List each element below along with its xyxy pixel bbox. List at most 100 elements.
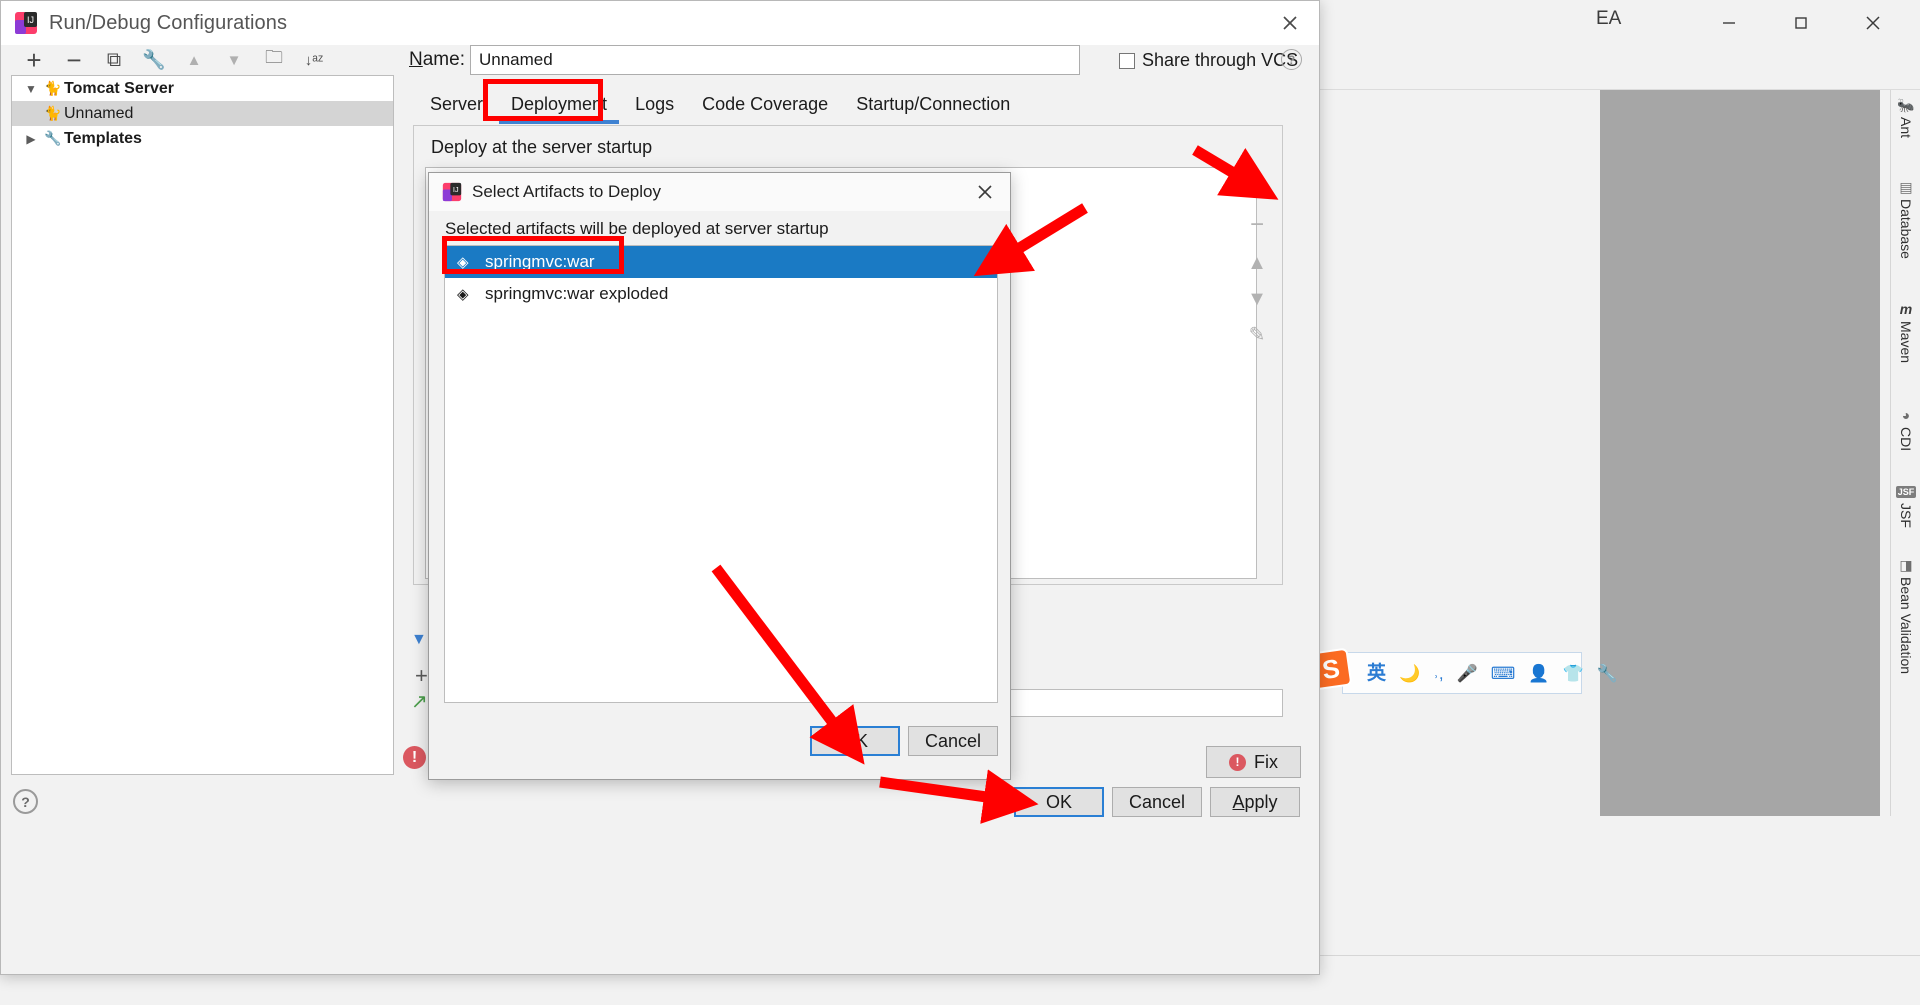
rdc-close-button[interactable]	[1261, 1, 1319, 45]
rdc-window-title: Run/Debug Configurations	[49, 11, 288, 34]
error-icon: !	[1229, 753, 1246, 771]
tab-label: Startup/Connection	[856, 93, 1011, 114]
dialog-ok-button[interactable]: OK	[810, 726, 900, 756]
ime-mode-label[interactable]: 英	[1367, 664, 1386, 683]
moon-icon[interactable]: 🌙	[1399, 665, 1420, 682]
share-through-vcs-label: Share through VCS	[1142, 50, 1299, 70]
help-button[interactable]: ?	[13, 789, 38, 814]
sidebar-item-label: Maven	[1898, 321, 1914, 364]
punctuation-icon[interactable]: ˒,	[1433, 665, 1443, 682]
keyboard-icon[interactable]: ⌨	[1491, 665, 1516, 682]
cdi-icon: ◕	[1901, 407, 1911, 423]
chevron-down-icon[interactable]: ▼	[20, 82, 42, 96]
screen-root: EA 🐜 Ant ▤ Database m Maven ◕ CDI JSF JS…	[0, 0, 1920, 1005]
artifacts-list[interactable]: ◈ springmvc:war ◈ springmvc:war exploded	[444, 245, 998, 703]
sidebar-item-maven[interactable]: m Maven	[1893, 302, 1919, 363]
tab-deployment[interactable]: Deployment	[497, 87, 621, 124]
microphone-icon[interactable]: 🎤	[1457, 665, 1478, 682]
bean-validation-icon: ◨	[1899, 557, 1913, 573]
run-arrow-icon[interactable]: ↗	[411, 689, 428, 714]
ok-button[interactable]: OK	[1014, 787, 1104, 817]
cancel-button[interactable]: Cancel	[1112, 787, 1202, 817]
add-artifact-button[interactable]: +	[1250, 173, 1264, 197]
tab-label: Code Coverage	[702, 93, 829, 114]
vcs-help-icon[interactable]: ?	[1281, 49, 1302, 70]
tree-node-label: Tomcat Server	[64, 79, 174, 97]
list-item-label: springmvc:war	[485, 252, 595, 271]
wrench-icon[interactable]: 🔧	[1597, 665, 1618, 682]
svg-text:IJ: IJ	[27, 15, 34, 25]
chevron-down-icon[interactable]: ▼	[411, 631, 427, 649]
tab-label: Deployment	[511, 93, 608, 114]
new-folder-button[interactable]: 🗀	[261, 47, 287, 73]
sidebar-item-label: CDI	[1898, 427, 1914, 452]
sort-alphabetically-button[interactable]: ↓ᵃᶻ	[301, 47, 327, 73]
remove-configuration-button[interactable]: −	[61, 45, 87, 75]
sidebar-item-label: JSF	[1898, 503, 1914, 528]
window-minimize-button[interactable]	[1700, 0, 1758, 46]
tree-node-templates[interactable]: ▶ 🔧 Templates	[12, 126, 393, 151]
add-before-launch-button[interactable]: +	[415, 663, 428, 689]
tree-node-unnamed[interactable]: 🐈 Unnamed	[12, 101, 393, 126]
ok-button-label: OK	[1045, 791, 1072, 812]
ime-toolbar[interactable]: 英 🌙 ˒, 🎤 ⌨ 👤 👕 🔧	[1342, 652, 1618, 694]
sidebar-item-database[interactable]: ▤ Database	[1893, 180, 1919, 259]
user-icon[interactable]: 👤	[1528, 665, 1549, 682]
apply-button[interactable]: Apply	[1210, 787, 1300, 817]
ide-tool-sidebar: 🐜 Ant ▤ Database m Maven ◕ CDI JSF JSF ◨	[1890, 90, 1920, 816]
sidebar-item-label: Database	[1898, 199, 1914, 259]
configurations-tree[interactable]: ▼ 🐈 Tomcat Server 🐈 Unnamed ▶ 🔧 Template…	[11, 75, 394, 775]
configurations-toolbar: + − ⧉ 🔧 ▲ ▼ 🗀 ↓ᵃᶻ	[11, 45, 391, 75]
skin-icon[interactable]: 👕	[1562, 665, 1583, 682]
list-item-springmvc-war[interactable]: ◈ springmvc:war	[445, 246, 997, 278]
tab-label: Logs	[635, 93, 675, 114]
select-artifacts-dialog: IJ Select Artifacts to Deploy Selected a…	[428, 172, 1011, 780]
tomcat-error-icon: 🐈	[44, 105, 62, 121]
sidebar-item-cdi[interactable]: ◕ CDI	[1893, 408, 1919, 451]
tab-logs[interactable]: Logs	[621, 87, 688, 121]
tomcat-icon: 🐈	[44, 80, 62, 96]
share-through-vcs-checkbox[interactable]: Share through VCS	[1119, 50, 1298, 71]
artifact-war-exploded-icon: ◈	[457, 286, 469, 303]
add-configuration-button[interactable]: +	[21, 45, 47, 75]
move-down-artifact-button[interactable]: ▼	[1247, 289, 1267, 309]
window-close-button[interactable]	[1844, 0, 1902, 46]
sidebar-item-ant[interactable]: 🐜 Ant	[1893, 98, 1919, 138]
tree-node-tomcat-server[interactable]: ▼ 🐈 Tomcat Server	[12, 76, 393, 101]
ide-title-text: EA	[1596, 8, 1622, 29]
dialog-cancel-label: Cancel	[924, 730, 982, 751]
dialog-ok-label: OK	[841, 730, 868, 751]
jsf-icon: JSF	[1895, 486, 1917, 498]
sidebar-item-bean-validation[interactable]: ◨ Bean Validation	[1893, 558, 1919, 674]
move-up-button[interactable]: ▲	[181, 47, 207, 73]
window-maximize-button[interactable]	[1772, 0, 1830, 46]
edit-templates-button[interactable]: 🔧	[141, 47, 167, 73]
remove-artifact-button[interactable]: −	[1250, 213, 1264, 237]
before-launch-field[interactable]	[1001, 689, 1283, 717]
tab-startup-connection[interactable]: Startup/Connection	[842, 87, 1024, 121]
dialog-cancel-button[interactable]: Cancel	[908, 726, 998, 756]
sidebar-item-jsf[interactable]: JSF JSF	[1893, 486, 1919, 528]
copy-configuration-button[interactable]: ⧉	[101, 47, 127, 73]
move-up-artifact-button[interactable]: ▲	[1247, 253, 1267, 273]
tree-node-label: Templates	[64, 129, 142, 147]
chevron-right-icon[interactable]: ▶	[20, 132, 42, 146]
cancel-button-label: Cancel	[1128, 791, 1186, 812]
edit-artifact-button[interactable]: ✎	[1249, 325, 1266, 345]
tab-server[interactable]: Server	[416, 87, 497, 121]
list-item-springmvc-war-exploded[interactable]: ◈ springmvc:war exploded	[445, 278, 997, 310]
name-label: Name:	[409, 49, 465, 70]
move-down-button[interactable]: ▼	[221, 47, 247, 73]
dialog-titlebar: IJ Select Artifacts to Deploy	[429, 173, 1010, 211]
intellij-idea-icon: IJ	[13, 10, 39, 36]
name-input[interactable]	[470, 45, 1080, 75]
checkbox-box[interactable]	[1119, 52, 1135, 69]
list-item-label: springmvc:war exploded	[485, 284, 669, 303]
ide-editor-area[interactable]	[1600, 90, 1880, 816]
tree-node-label: Unnamed	[64, 104, 134, 122]
tab-code-coverage[interactable]: Code Coverage	[688, 87, 842, 121]
deploy-at-startup-legend: Deploy at the server startup	[425, 137, 659, 158]
fix-button-label: Fix	[1254, 751, 1278, 772]
fix-button[interactable]: ! Fix	[1206, 746, 1301, 778]
dialog-close-button[interactable]	[960, 173, 1010, 211]
